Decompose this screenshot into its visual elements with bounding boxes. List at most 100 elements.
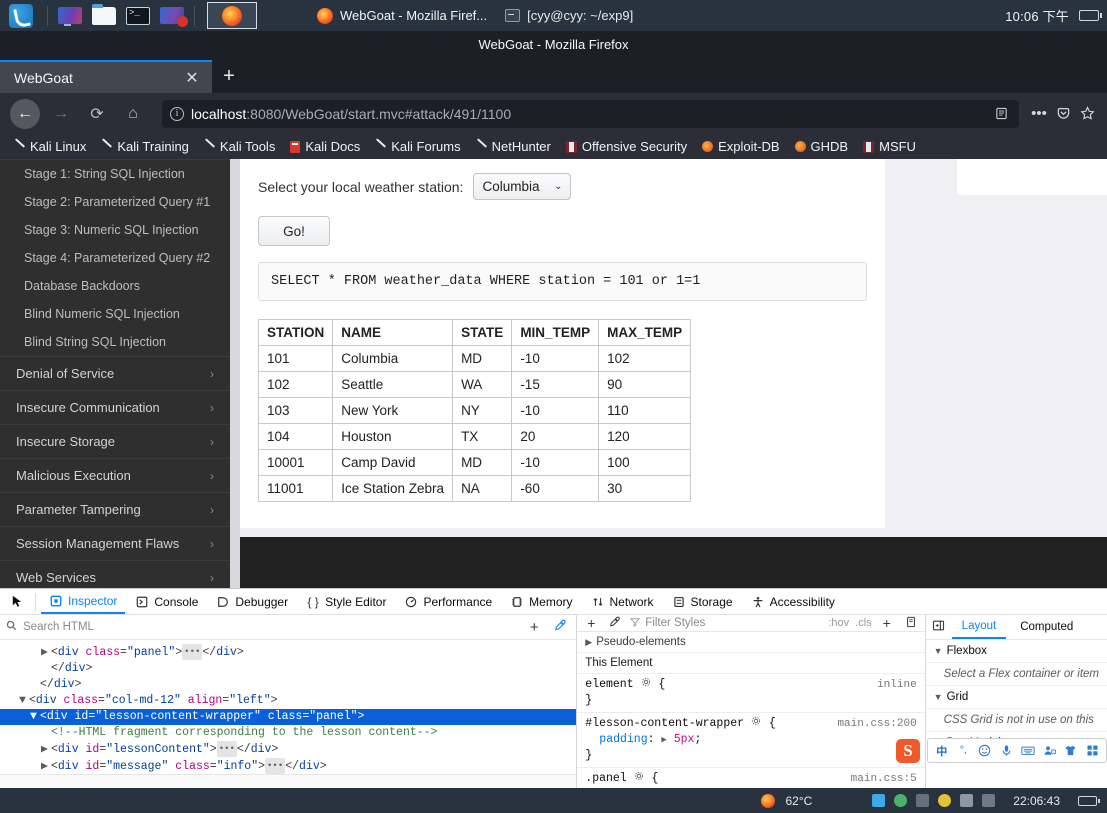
audio-icon[interactable] — [960, 794, 974, 807]
add-node-button[interactable]: + — [524, 619, 544, 636]
sidebar-item-stage-4[interactable]: Stage 4: Parameterized Query #2 — [0, 244, 230, 272]
skin-icon[interactable] — [1063, 743, 1079, 759]
css-rule-element[interactable]: element { inline } — [577, 674, 925, 713]
add-rule-button[interactable]: + — [878, 615, 896, 631]
net-icon[interactable] — [982, 794, 996, 807]
eyedropper-icon[interactable] — [550, 619, 570, 635]
tab-inspector[interactable]: Inspector — [41, 589, 126, 614]
user-icon[interactable] — [1042, 743, 1058, 759]
chevron-right-icon[interactable]: ▶ — [661, 735, 666, 745]
chinese-mode-icon[interactable]: 中 — [934, 743, 950, 759]
punctuation-icon[interactable]: °, — [956, 743, 972, 759]
sidebar-item-insecure-communication[interactable]: Insecure Communication › — [0, 390, 230, 424]
voice-input-icon[interactable] — [999, 743, 1015, 759]
home-button[interactable]: ⌂ — [118, 99, 148, 129]
files-icon[interactable] — [89, 3, 119, 28]
css-rule-source[interactable]: main.css:200 — [837, 716, 916, 732]
kali-menu-button[interactable] — [0, 0, 42, 31]
dom-node-row[interactable]: </div> — [0, 661, 576, 677]
bookmark-kali-forums[interactable]: Kali Forums — [369, 137, 466, 156]
sidebar-item-blind-numeric-sql-injection[interactable]: Blind Numeric SQL Injection — [0, 300, 230, 328]
sidebar-item-denial-of-service[interactable]: Denial of Service › — [0, 356, 230, 390]
filter-styles-input[interactable]: Filter Styles — [630, 617, 822, 630]
bookmark-kali-docs[interactable]: Kali Docs — [284, 137, 366, 156]
forward-button[interactable]: → — [46, 99, 76, 129]
pocket-icon[interactable] — [1053, 104, 1073, 124]
sidebar-item-stage-1[interactable]: Stage 1: String SQL Injection — [0, 160, 230, 188]
station-select[interactable]: Columbia ⌄ — [473, 173, 572, 200]
emoji-icon[interactable] — [977, 743, 993, 759]
bookmark-offensive-security[interactable]: Offensive Security — [560, 137, 693, 156]
bookmark-nethunter[interactable]: NetHunter — [470, 137, 557, 156]
address-bar[interactable]: i localhost:8080/WebGoat/start.mvc#attac… — [162, 99, 1019, 128]
tab-storage[interactable]: Storage — [664, 589, 741, 614]
reload-button[interactable]: ⟳ — [82, 99, 112, 129]
sidebar-item-stage-3[interactable]: Stage 3: Numeric SQL Injection — [0, 216, 230, 244]
tab-debugger[interactable]: Debugger — [208, 589, 296, 614]
css-rule-lesson-content-wrapper[interactable]: #lesson-content-wrapper { main.css:200 p… — [577, 713, 925, 768]
taskbar-window-firefox[interactable]: WebGoat - Mozilla Firef... — [317, 7, 487, 24]
new-tab-button[interactable]: + — [212, 60, 246, 93]
screenshot-icon[interactable] — [916, 794, 930, 807]
add-style-icon[interactable]: + — [582, 615, 600, 631]
gear-icon[interactable] — [751, 716, 762, 727]
site-info-icon[interactable]: i — [170, 106, 184, 121]
bookmark-kali-linux[interactable]: Kali Linux — [8, 137, 92, 156]
taskbar-active-firefox-button[interactable] — [207, 2, 257, 29]
sidebar-item-blind-string-sql-injection[interactable]: Blind String SQL Injection — [0, 328, 230, 356]
bookmark-kali-tools[interactable]: Kali Tools — [198, 137, 281, 156]
dom-node-row[interactable]: ▼ <div class="col-md-12" align="left"> — [0, 693, 576, 709]
monitor-icon[interactable] — [55, 4, 85, 28]
dom-node-row[interactable]: ▶ <div id="message" class="info"> ••• </div… — [0, 758, 576, 774]
chat-icon[interactable] — [894, 794, 908, 807]
mail-icon[interactable] — [938, 794, 952, 807]
sogou-ime-logo[interactable]: S — [896, 739, 922, 765]
cls-toggle[interactable]: .cls — [855, 617, 872, 629]
css-rule-source[interactable]: inline — [877, 677, 917, 693]
keyboard-icon[interactable] — [1020, 743, 1036, 759]
terminal-icon[interactable] — [123, 4, 153, 28]
tab-accessibility[interactable]: Accessibility — [743, 589, 843, 614]
bookmark-kali-training[interactable]: Kali Training — [95, 137, 195, 156]
go-button[interactable]: Go! — [258, 216, 330, 246]
back-button[interactable]: ← — [10, 98, 40, 129]
print-styles-icon[interactable] — [902, 615, 920, 631]
dom-tree[interactable]: ▶ <div class="panel"> ••• </div> </div> </div… — [0, 640, 577, 774]
dom-node-row[interactable]: ▼ <div id="lesson-content-wrapper" class=… — [0, 709, 577, 726]
remote-desktop-icon[interactable] — [157, 4, 188, 28]
close-tab-icon[interactable]: ✕ — [182, 68, 202, 88]
dom-node-row[interactable]: </div> — [0, 677, 576, 693]
sidebar-item-insecure-storage[interactable]: Insecure Storage › — [0, 424, 230, 458]
css-rule-source[interactable]: main.css:5 — [851, 771, 917, 787]
browser-tab-webgoat[interactable]: WebGoat ✕ — [0, 60, 212, 93]
sidebar-item-malicious-execution[interactable]: Malicious Execution › — [0, 458, 230, 492]
tab-layout[interactable]: Layout — [951, 615, 1007, 639]
dom-node-row[interactable]: <!--HTML fragment corresponding to the l… — [0, 725, 576, 741]
gear-icon[interactable] — [641, 677, 652, 688]
tab-style-editor[interactable]: { } Style Editor — [298, 589, 394, 614]
css-property-value[interactable]: 5px — [674, 733, 695, 746]
section-grid[interactable]: ▼ Grid — [925, 686, 1107, 709]
bookmark-exploit-db[interactable]: Exploit-DB — [696, 137, 785, 156]
css-property-name[interactable]: padding — [599, 733, 647, 746]
tab-computed[interactable]: Computed — [1010, 615, 1083, 639]
sidebar-item-session-management-flaws[interactable]: Session Management Flaws › — [0, 526, 230, 560]
reader-view-icon[interactable] — [991, 104, 1011, 124]
files-icon[interactable] — [872, 794, 886, 807]
search-html-input[interactable]: Search HTML — [23, 621, 518, 633]
gear-icon[interactable] — [634, 771, 645, 782]
tab-console[interactable]: Console — [127, 589, 206, 614]
tab-performance[interactable]: Performance — [396, 589, 500, 614]
battery-icon[interactable] — [1078, 795, 1100, 806]
toolbox-icon[interactable] — [1085, 743, 1101, 759]
eyedropper-icon[interactable] — [606, 615, 624, 631]
pseudo-elements-section[interactable]: ▶ Pseudo-elements — [577, 632, 925, 653]
bookmark-ghdb[interactable]: GHDB — [789, 137, 855, 156]
sidebar-item-database-backdoors[interactable]: Database Backdoors — [0, 272, 230, 300]
dom-node-row[interactable]: ▶ <div id="lessonContent"> ••• </div> — [0, 741, 576, 758]
element-picker-icon[interactable] — [4, 590, 30, 614]
dom-node-row[interactable]: ▶ <div class="panel"> ••• </div> — [0, 644, 576, 661]
bookmark-msfu[interactable]: MSFU — [857, 137, 922, 156]
section-flexbox[interactable]: ▼ Flexbox — [925, 640, 1107, 663]
status-bar-clock[interactable]: 22:06:43 — [1013, 794, 1060, 808]
